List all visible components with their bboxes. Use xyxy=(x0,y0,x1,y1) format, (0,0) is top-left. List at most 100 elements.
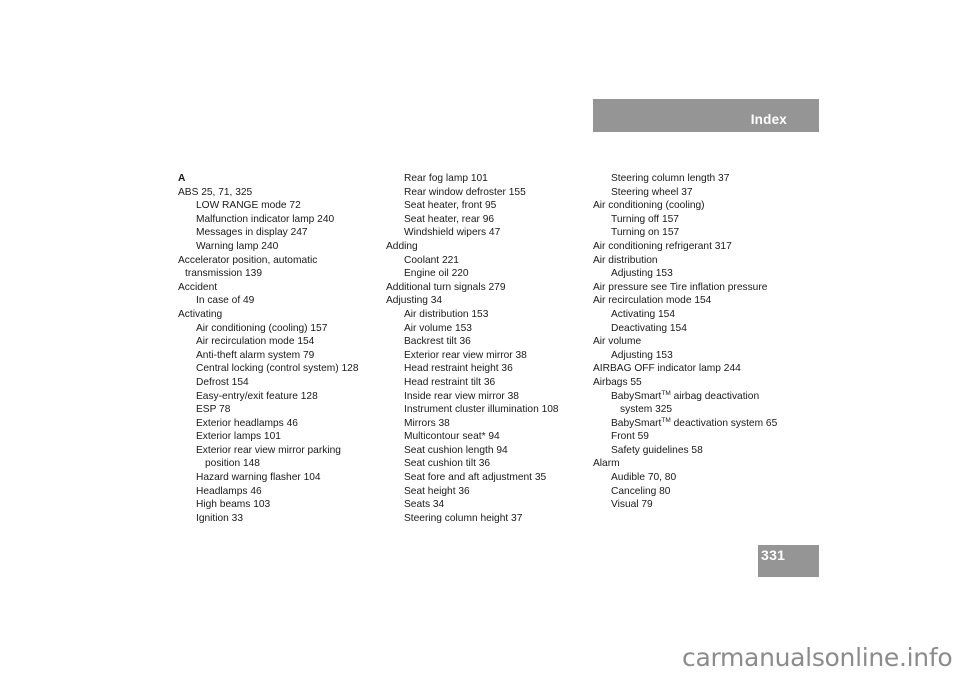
index-entry-text: Additional turn signals 279 xyxy=(386,281,506,293)
index-entry-text: Warning lamp 240 xyxy=(196,240,279,252)
index-subentry: BabySmartTM airbag deactivation xyxy=(593,390,777,404)
index-entry-text: Rear fog lamp 101 xyxy=(404,173,488,184)
index-entry-text: Easy-entry/exit feature 128 xyxy=(196,390,318,402)
index-subentry: Air recirculation mode 154 xyxy=(178,335,359,349)
index-entry-continuation: position 148 xyxy=(178,457,359,471)
index-column-3: Steering column length 37 Steering wheel … xyxy=(593,172,777,512)
index-entry-text: Visual 79 xyxy=(611,499,653,511)
index-entry-text: Turning off 157 xyxy=(611,213,679,225)
index-entry-text: Seat heater, front 95 xyxy=(404,200,497,212)
index-entry-text-suffix: deactivation system 65 xyxy=(670,417,778,429)
index-entry-text: Steering column length 37 xyxy=(611,173,730,184)
index-entry-text: Air conditioning refrigerant 317 xyxy=(593,240,732,252)
index-entry-text: Seat height 36 xyxy=(404,485,470,497)
index-subentry: Rear window defroster 155 xyxy=(386,186,559,200)
index-subentry: Rear fog lamp 101 xyxy=(386,172,559,186)
index-subentry: Steering column height 37 xyxy=(386,512,559,526)
index-entry-text: Hazard warning flasher 104 xyxy=(196,472,321,484)
index-entry-text: Exterior rear view mirror 38 xyxy=(404,349,527,361)
index-entry-text: system 325 xyxy=(620,404,673,416)
index-entry-text: Front 59 xyxy=(611,431,649,443)
index-entry-text: Seat cushion tilt 36 xyxy=(404,458,491,470)
index-subentry: Canceling 80 xyxy=(593,485,777,499)
index-entry-text: Mirrors 38 xyxy=(404,417,450,429)
index-subentry: Defrost 154 xyxy=(178,376,359,390)
index-column-2: Rear fog lamp 101 Rear window defroster 1… xyxy=(386,172,559,525)
index-entry: Air volume xyxy=(593,335,777,349)
index-subentry: Adjusting 153 xyxy=(593,349,777,363)
index-entry-text: BabySmart xyxy=(611,417,662,429)
index-entry-text: Exterior lamps 101 xyxy=(196,431,281,443)
index-entry-text: ESP 78 xyxy=(196,404,231,416)
page-number: 331 xyxy=(761,547,786,563)
index-entry-text: ABS 25, 71, 325 xyxy=(178,186,253,198)
index-entry-text: Steering column height 37 xyxy=(404,512,523,524)
index-entry-continuation: system 325 xyxy=(593,403,777,417)
index-subentry: Mirrors 38 xyxy=(386,417,559,431)
index-entry-text: Canceling 80 xyxy=(611,485,671,497)
index-entry-text: Alarm xyxy=(593,458,620,470)
index-entry: Adding xyxy=(386,240,559,254)
index-entry-text: Safety guidelines 58 xyxy=(611,444,703,456)
index-entry-text: Turning on 157 xyxy=(611,227,680,239)
index-entry-text: Head restraint tilt 36 xyxy=(404,376,496,388)
watermark-text: carmanualsonline.info xyxy=(682,643,953,672)
index-entry-text: transmission 139 xyxy=(185,268,263,280)
index-entry-text: Activating xyxy=(178,308,223,320)
index-subentry: Engine oil 220 xyxy=(386,267,559,281)
index-entry-text: Rear window defroster 155 xyxy=(404,186,526,198)
index-entry-text: Air recirculation mode 154 xyxy=(196,336,315,348)
index-subentry: Multicontour seat* 94 xyxy=(386,430,559,444)
index-entry-text: Accident xyxy=(178,281,218,293)
index-subentry: Seat heater, front 95 xyxy=(386,199,559,213)
index-subentry: Visual 79 xyxy=(593,498,777,512)
index-entry: Air distribution xyxy=(593,254,777,268)
index-entry-text: Deactivating 154 xyxy=(611,322,687,334)
index-entry-text: Headlamps 46 xyxy=(196,485,262,497)
index-entry-text: Air recirculation mode 154 xyxy=(593,295,712,307)
index-entry: Air recirculation mode 154 xyxy=(593,294,777,308)
index-entry-text: Air pressure see Tire inflation pressure xyxy=(593,281,768,293)
index-subentry: LOW RANGE mode 72 xyxy=(178,199,359,213)
index-subentry: Seat heater, rear 96 xyxy=(386,213,559,227)
index-subentry: Steering wheel 37 xyxy=(593,186,777,200)
index-entry: Accelerator position, automatic xyxy=(178,254,359,268)
index-entry-text: BabySmart xyxy=(611,390,662,402)
index-subentry: Adjusting 153 xyxy=(593,267,777,281)
index-entry-text: Seat fore and aft adjustment 35 xyxy=(404,472,547,484)
index-subentry: Seat height 36 xyxy=(386,485,559,499)
index-entry-text-suffix: airbag deactivation xyxy=(670,390,760,402)
index-subentry: Turning off 157 xyxy=(593,213,777,227)
index-subentry: Seat fore and aft adjustment 35 xyxy=(386,471,559,485)
index-subentry: Instrument cluster illumination 108 xyxy=(386,403,559,417)
index-entry-text: Air conditioning (cooling) 157 xyxy=(196,322,328,334)
index-subentry: Anti-theft alarm system 79 xyxy=(178,349,359,363)
index-subentry: Turning on 157 xyxy=(593,226,777,240)
index-entry-text: Messages in display 247 xyxy=(196,227,308,239)
index-subentry: Head restraint tilt 36 xyxy=(386,376,559,390)
index-subentry: Seat cushion length 94 xyxy=(386,444,559,458)
index-entry: Alarm xyxy=(593,457,777,471)
index-subentry: Deactivating 154 xyxy=(593,322,777,336)
index-subentry: Air distribution 153 xyxy=(386,308,559,322)
index-subentry: Windshield wipers 47 xyxy=(386,226,559,240)
index-subentry: Coolant 221 xyxy=(386,254,559,268)
index-subentry: Easy-entry/exit feature 128 xyxy=(178,390,359,404)
page-number-tab: 331 xyxy=(758,545,819,577)
index-subentry: Air conditioning (cooling) 157 xyxy=(178,322,359,336)
index-subentry: Steering column length 37 xyxy=(593,172,777,186)
index-entry-text: High beams 103 xyxy=(196,499,271,511)
index-entry: Air pressure see Tire inflation pressure xyxy=(593,281,777,295)
index-entry-text: Malfunction indicator lamp 240 xyxy=(196,213,335,225)
index-subentry: Exterior rear view mirror 38 xyxy=(386,349,559,363)
index-subentry: Warning lamp 240 xyxy=(178,240,359,254)
index-entry-text: Backrest tilt 36 xyxy=(404,336,471,348)
index-entry-text: Air distribution 153 xyxy=(404,308,489,320)
index-subentry: ESP 78 xyxy=(178,403,359,417)
index-entry-text: Multicontour seat* 94 xyxy=(404,431,500,443)
index-entry: Air conditioning refrigerant 317 xyxy=(593,240,777,254)
index-subentry: Exterior lamps 101 xyxy=(178,430,359,444)
index-subentry: Safety guidelines 58 xyxy=(593,444,777,458)
index-subentry: Inside rear view mirror 38 xyxy=(386,390,559,404)
index-entry: Adjusting 34 xyxy=(386,294,559,308)
